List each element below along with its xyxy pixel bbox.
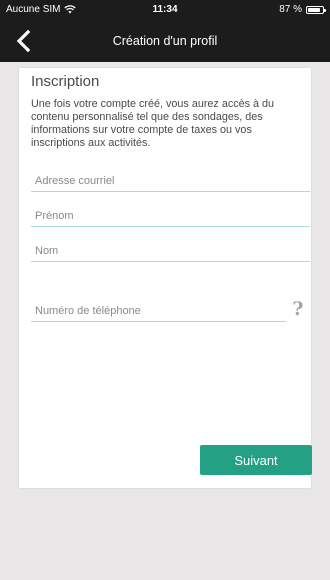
battery-icon — [306, 5, 326, 14]
email-field[interactable] — [31, 170, 310, 192]
phone-field[interactable] — [31, 300, 286, 322]
form-description: Une fois votre compte créé, vous aurez a… — [31, 98, 275, 149]
battery-fill — [308, 7, 320, 12]
battery-indicator: 87 % — [279, 4, 326, 15]
form-title: Inscription — [31, 73, 100, 90]
status-bar: Aucune SIM 11:34 87 % — [0, 0, 330, 20]
navigation-bar: Création d'un profil — [0, 20, 330, 62]
help-icon[interactable]: ? — [290, 298, 306, 320]
first-name-field[interactable] — [31, 205, 310, 227]
last-name-field[interactable] — [31, 240, 310, 262]
next-button[interactable]: Suivant — [200, 445, 312, 475]
page-title: Création d'un profil — [112, 34, 218, 48]
registration-card: Inscription Une fois votre compte créé, … — [19, 68, 312, 488]
battery-percent: 87 % — [279, 4, 302, 15]
